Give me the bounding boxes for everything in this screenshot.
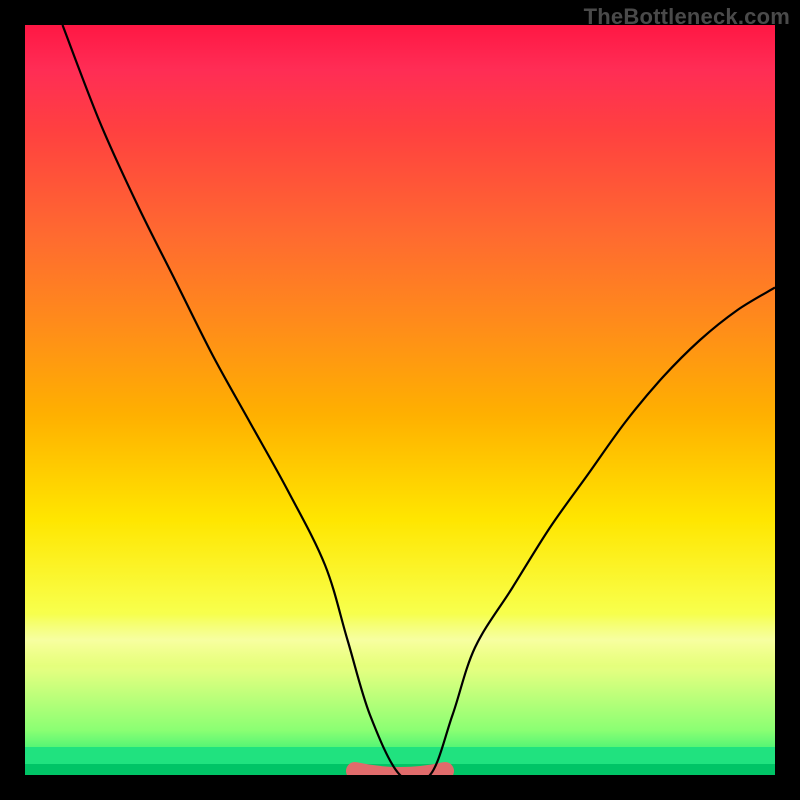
plot-area	[25, 25, 775, 775]
bottleneck-curve	[63, 25, 776, 775]
chart-stage: TheBottleneck.com	[0, 0, 800, 800]
curve-layer	[25, 25, 775, 775]
